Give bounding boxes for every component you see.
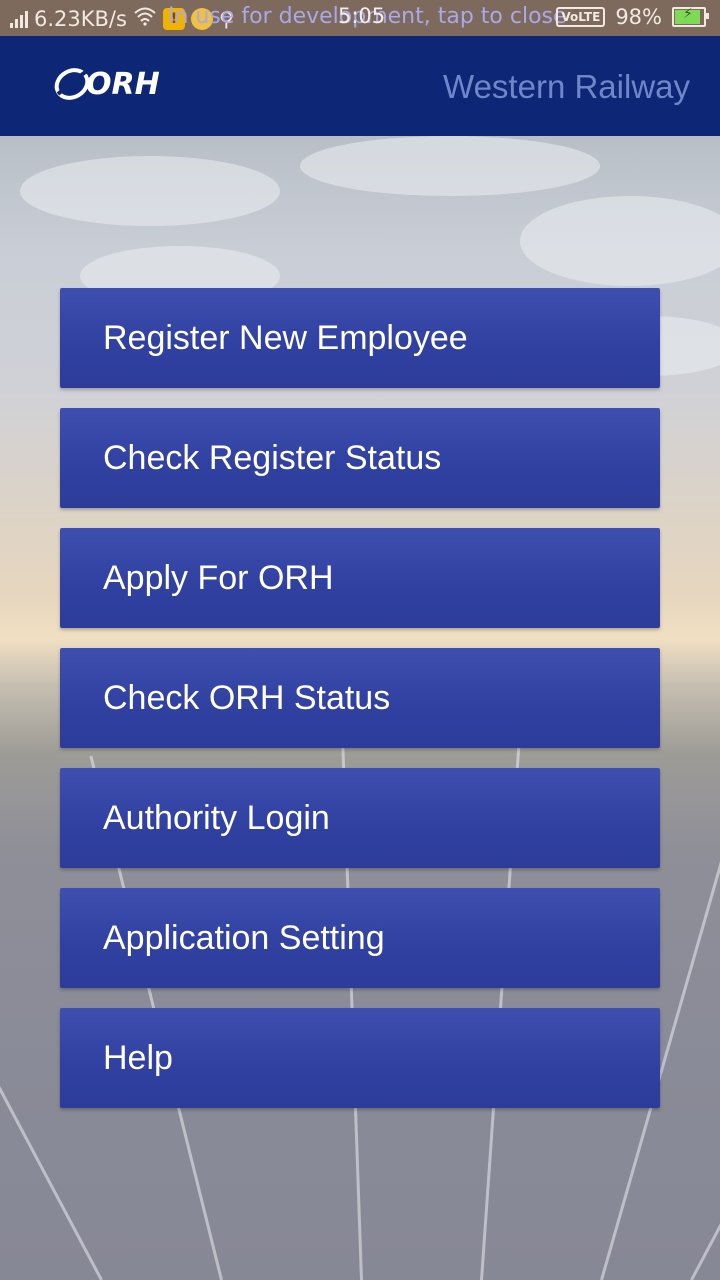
authority-login-button[interactable]: Authority Login [60, 768, 660, 868]
network-speed: 6.23KB/s [34, 6, 127, 31]
status-bar: 6.23KB/s ! ⚲ In use for development, tap… [0, 0, 720, 36]
battery-icon: ⚡ [672, 6, 709, 27]
signal-icon [10, 10, 28, 28]
check-orh-status-button[interactable]: Check ORH Status [60, 648, 660, 748]
wifi-icon [133, 6, 157, 31]
status-time: 5:05 [338, 4, 386, 28]
app-bar: ORH Western Railway [0, 36, 720, 136]
register-new-employee-button[interactable]: Register New Employee [60, 288, 660, 388]
help-button[interactable]: Help [60, 1008, 660, 1108]
screen: 6.23KB/s ! ⚲ In use for development, tap… [0, 0, 720, 1280]
app-logo: ORH [52, 64, 160, 104]
apply-for-orh-button[interactable]: Apply For ORH [60, 528, 660, 628]
application-setting-button[interactable]: Application Setting [60, 888, 660, 988]
logo-text: ORH [86, 66, 160, 102]
volte-badge: VoLTE [556, 7, 606, 27]
charging-bolt-icon: ⚡ [683, 6, 693, 22]
app-title: Western Railway [443, 68, 690, 105]
battery-percent: 98% [615, 5, 662, 29]
check-register-status-button[interactable]: Check Register Status [60, 408, 660, 508]
